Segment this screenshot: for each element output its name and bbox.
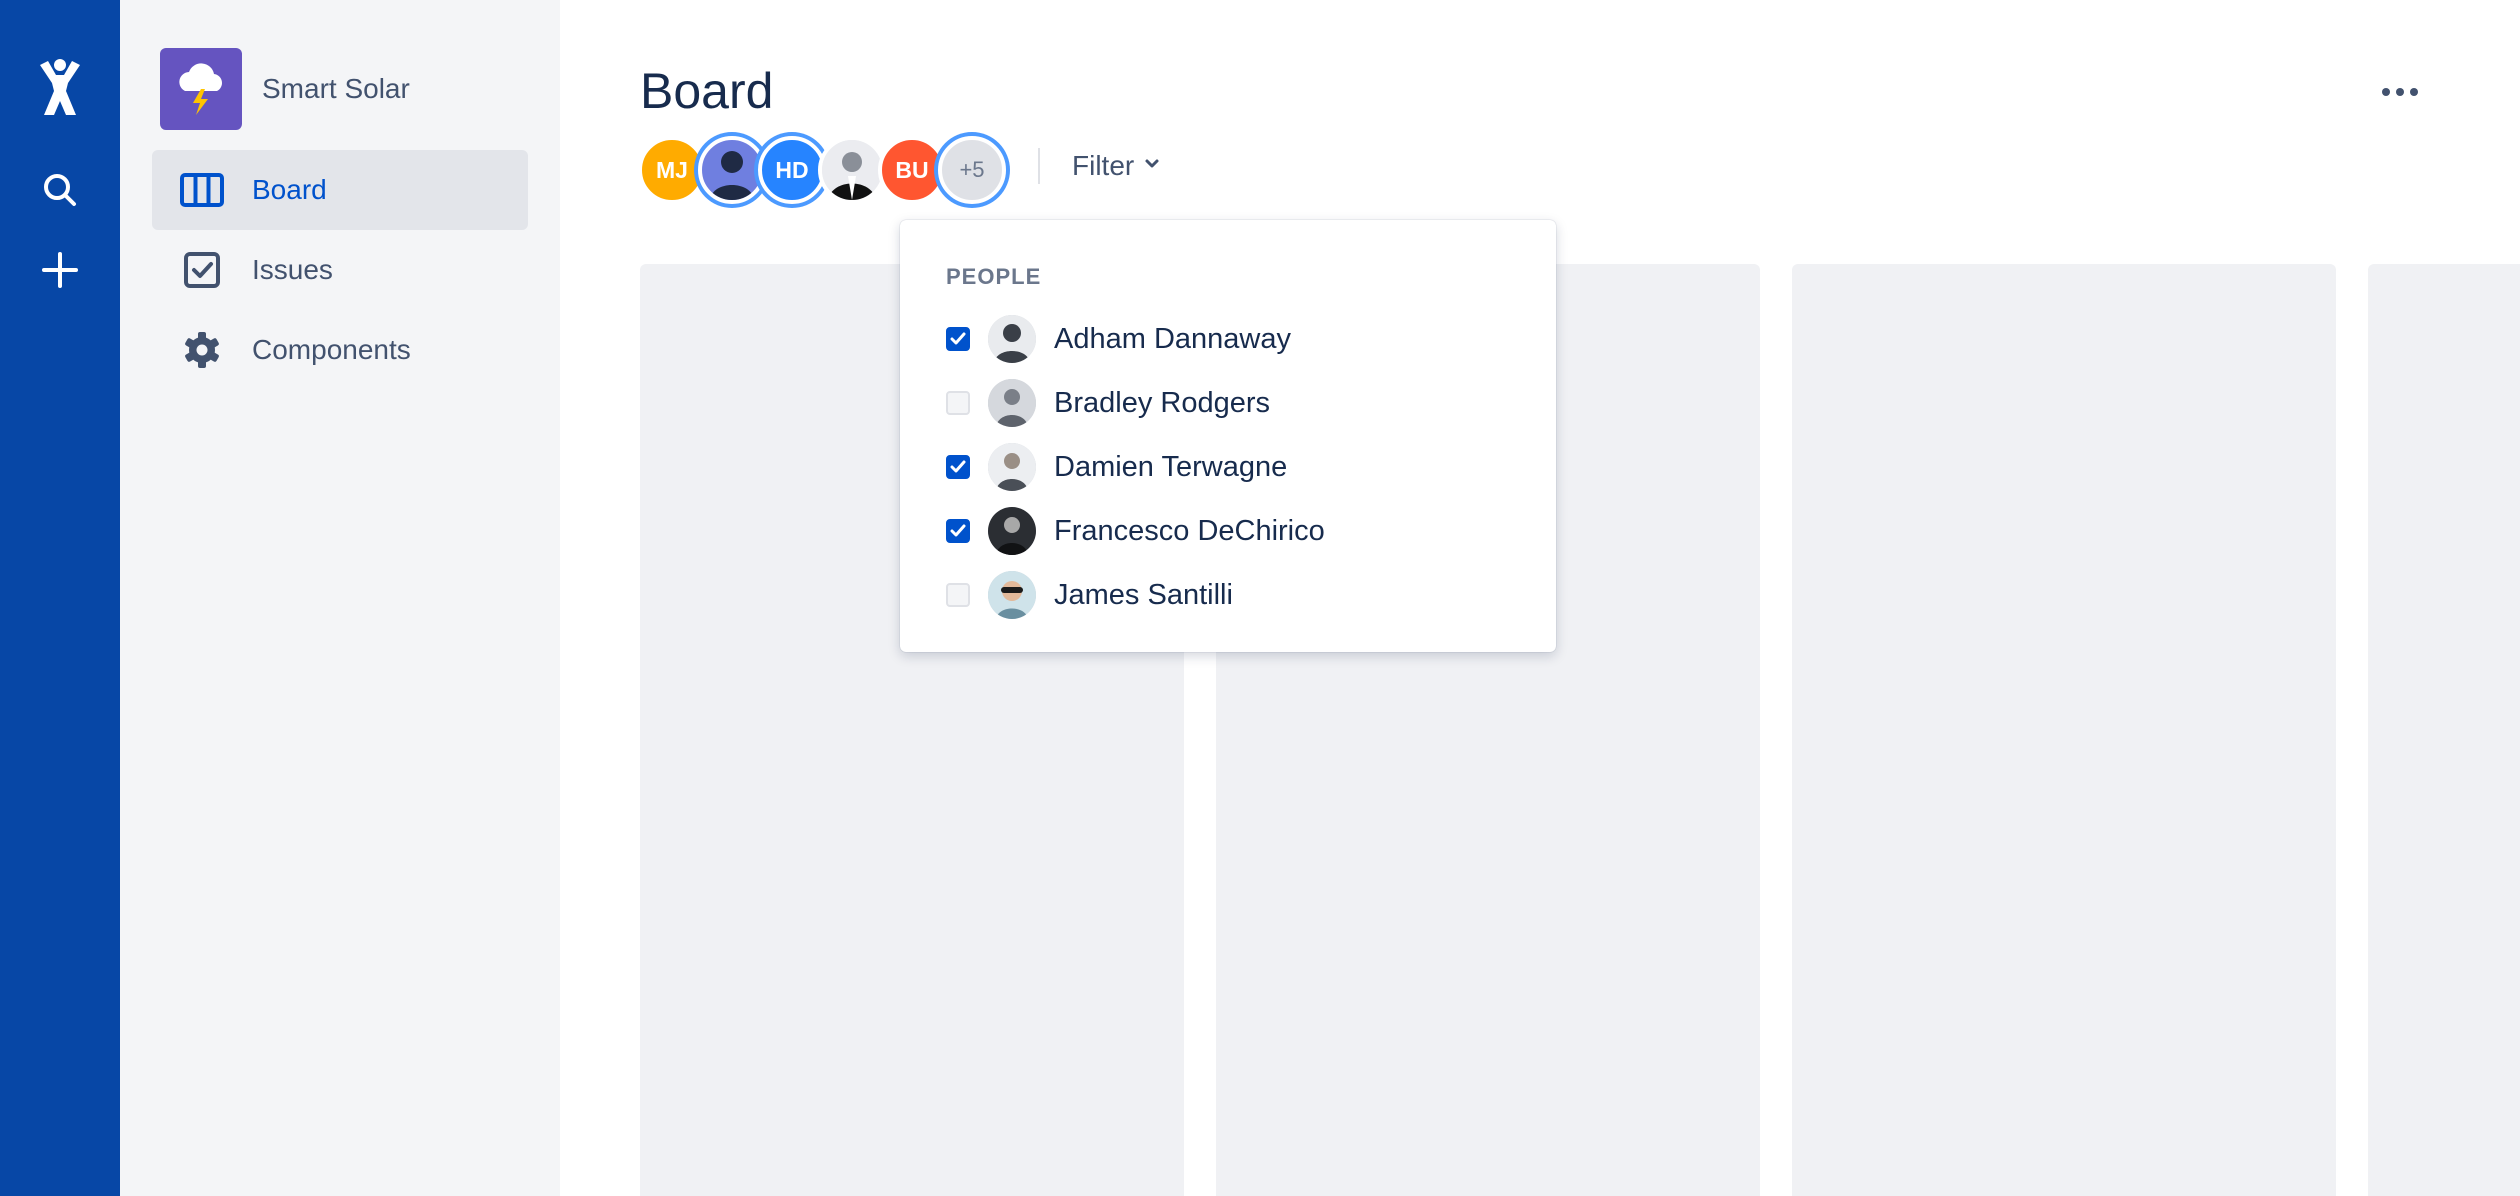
plus-icon[interactable] (0, 246, 120, 294)
avatar-person-photo[interactable] (698, 136, 766, 204)
person-name: Bradley Rodgers (1054, 386, 1270, 419)
person-option[interactable]: James Santilli (946, 570, 1233, 620)
atlassian-logo-icon[interactable] (0, 52, 120, 124)
person-option[interactable]: Damien Terwagne (946, 442, 1287, 492)
sidebar-item-label: Board (252, 174, 327, 205)
global-nav (0, 0, 120, 1196)
person-checkbox[interactable] (946, 519, 970, 543)
more-button[interactable] (2372, 72, 2428, 112)
sidebar-item-components[interactable]: Components (152, 310, 528, 390)
search-icon[interactable] (0, 166, 120, 214)
sidebar-item-board[interactable]: Board (152, 150, 528, 230)
person-checkbox[interactable] (946, 391, 970, 415)
cloud-lightning-icon (160, 48, 242, 130)
person-name: Francesco DeChirico (1054, 514, 1325, 547)
more-horizontal-icon (2382, 88, 2390, 96)
avatar-bu[interactable]: BU (878, 136, 946, 204)
avatar-overflow-count[interactable]: +5 (938, 136, 1006, 204)
chevron-down-icon (1144, 157, 1160, 175)
people-filter-dropdown: PEOPLE Adham Dannaway Bradley Rodgers Da… (900, 220, 1556, 652)
avatar-hd[interactable]: HD (758, 136, 826, 204)
project-header[interactable]: Smart Solar (160, 48, 410, 130)
app: Smart Solar Board Issues Components Boar… (0, 0, 2520, 1196)
checkbox-icon (152, 252, 252, 288)
person-name: James Santilli (1054, 578, 1233, 611)
board-column (2368, 264, 2520, 1196)
person-avatar (988, 315, 1036, 363)
gear-icon (152, 331, 252, 369)
dropdown-heading: PEOPLE (946, 264, 1042, 289)
sidebar-item-label: Components (252, 334, 411, 365)
person-name: Adham Dannaway (1054, 322, 1291, 355)
person-avatar (988, 571, 1036, 619)
board-columns-icon (152, 173, 252, 207)
filter-label: Filter (1072, 150, 1135, 181)
person-avatar (988, 507, 1036, 555)
person-name: Damien Terwagne (1054, 450, 1288, 483)
project-name: Smart Solar (262, 73, 410, 104)
person-avatar (988, 379, 1036, 427)
board-column (1792, 264, 2336, 1196)
sidebar-item-label: Issues (252, 254, 333, 285)
person-option[interactable]: Adham Dannaway (946, 314, 1291, 364)
person-option[interactable]: Francesco DeChirico (946, 506, 1325, 556)
toolbar-divider (1038, 148, 1040, 184)
avatar-person-photo[interactable] (818, 136, 886, 204)
person-checkbox[interactable] (946, 583, 970, 607)
page-title: Board (640, 63, 774, 119)
person-checkbox[interactable] (946, 327, 970, 351)
person-option[interactable]: Bradley Rodgers (946, 378, 1270, 428)
person-checkbox[interactable] (946, 455, 970, 479)
avatar-mj[interactable]: MJ (638, 136, 706, 204)
sidebar-item-issues[interactable]: Issues (152, 230, 528, 310)
filter-button[interactable]: Filter (1056, 140, 1176, 192)
person-avatar (988, 443, 1036, 491)
project-sidebar: Smart Solar Board Issues Components (120, 0, 560, 1196)
